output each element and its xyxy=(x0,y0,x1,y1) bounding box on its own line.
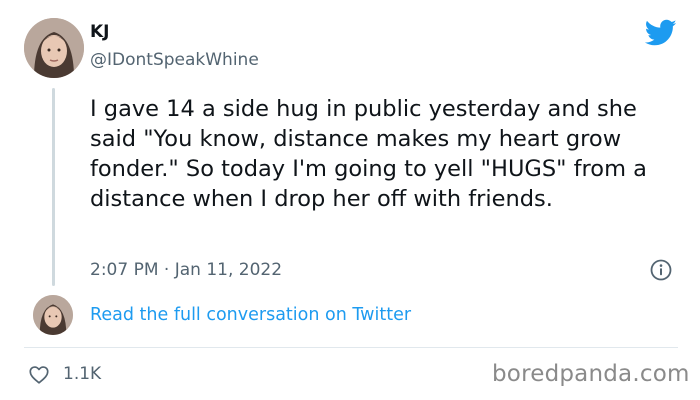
heart-icon[interactable] xyxy=(28,364,50,386)
avatar-photo xyxy=(24,18,84,78)
tweet-text: I gave 14 a side hug in public yesterday… xyxy=(90,96,647,212)
tweet-timestamp[interactable]: 2:07 PM · Jan 11, 2022 xyxy=(90,260,282,280)
author-name[interactable]: KJ xyxy=(90,22,110,42)
watermark: boredpanda.com xyxy=(492,361,690,387)
info-icon[interactable] xyxy=(650,259,672,281)
twitter-bird-icon[interactable] xyxy=(645,19,677,47)
divider xyxy=(24,347,678,348)
author-handle[interactable]: @IDontSpeakWhine xyxy=(90,50,259,70)
avatar-photo xyxy=(33,295,73,335)
author-avatar[interactable] xyxy=(24,18,84,78)
like-count: 1.1K xyxy=(63,364,102,384)
thread-connector-line xyxy=(52,88,55,286)
author-avatar-small[interactable] xyxy=(33,295,73,335)
read-full-conversation-link[interactable]: Read the full conversation on Twitter xyxy=(90,305,411,325)
